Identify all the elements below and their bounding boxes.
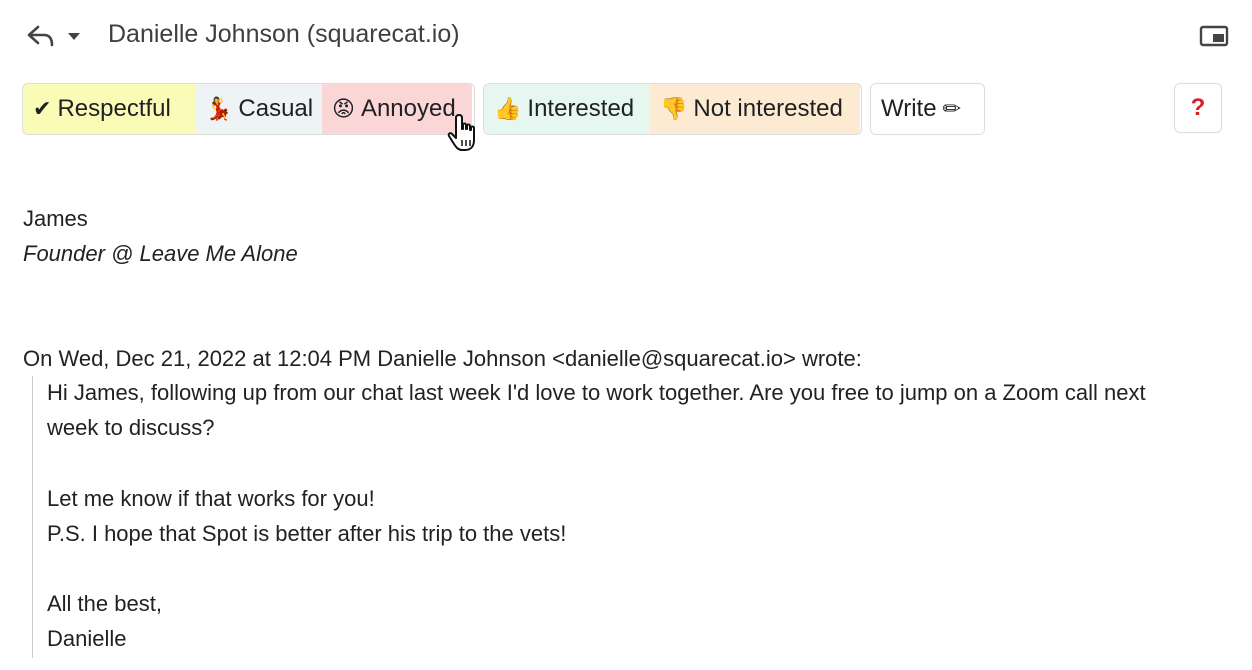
respectful-chip[interactable]: ✔ Respectful bbox=[23, 84, 195, 134]
annoyed-label: Annoyed bbox=[360, 95, 456, 122]
interested-chip[interactable]: 👍 Interested bbox=[484, 84, 650, 134]
write-button[interactable]: Write ✏ bbox=[871, 84, 983, 134]
interested-label: Interested bbox=[527, 95, 635, 122]
quoted-line: P.S. I hope that Spot is better after hi… bbox=[47, 521, 567, 546]
hand-pointer-cursor-icon bbox=[447, 114, 475, 151]
quote-attribution: On Wed, Dec 21, 2022 at 12:04 PM Daniell… bbox=[23, 346, 862, 371]
quoted-message: Hi James, following up from our chat las… bbox=[32, 376, 1232, 658]
casual-chip[interactable]: 💃 Casual bbox=[195, 84, 322, 134]
not-interested-chip[interactable]: 👎 Not interested bbox=[650, 84, 860, 134]
quoted-line: Danielle bbox=[47, 626, 127, 651]
quoted-line: Hi James, following up from our chat las… bbox=[47, 380, 1146, 405]
thumbs-up-icon: 👍 bbox=[494, 96, 522, 122]
signature-title: Founder @ Leave Me Alone bbox=[23, 241, 298, 266]
signature-name: James bbox=[23, 206, 88, 231]
pencil-icon: ✏ bbox=[942, 96, 961, 122]
check-icon: ✔ bbox=[33, 96, 52, 122]
thumbs-down-icon: 👎 bbox=[660, 96, 688, 122]
quoted-line: All the best, bbox=[47, 591, 162, 616]
help-button[interactable]: ? bbox=[1174, 83, 1222, 133]
quoted-line: week to discuss? bbox=[47, 415, 215, 440]
recipient-label: Danielle Johnson (squarecat.io) bbox=[108, 20, 460, 48]
reply-icon[interactable] bbox=[26, 24, 56, 48]
picture-in-picture-icon[interactable] bbox=[1198, 24, 1230, 48]
response-chip-group: 👍 Interested 👎 Not interested bbox=[483, 83, 862, 135]
respectful-label: Respectful bbox=[57, 95, 171, 122]
caret-down-icon[interactable] bbox=[66, 29, 82, 43]
not-interested-label: Not interested bbox=[693, 95, 843, 122]
quoted-line: Let me know if that works for you! bbox=[47, 486, 375, 511]
tone-chip-group: ✔ Respectful 💃 Casual 😡 Annoyed bbox=[22, 83, 475, 135]
dancer-icon: 💃 bbox=[205, 96, 233, 122]
write-label: Write bbox=[881, 95, 937, 122]
write-chip-group: Write ✏ bbox=[870, 83, 985, 135]
angry-face-icon: 😡 bbox=[332, 96, 355, 122]
casual-label: Casual bbox=[238, 95, 314, 122]
reply-header: Danielle Johnson (squarecat.io) bbox=[0, 0, 1252, 72]
